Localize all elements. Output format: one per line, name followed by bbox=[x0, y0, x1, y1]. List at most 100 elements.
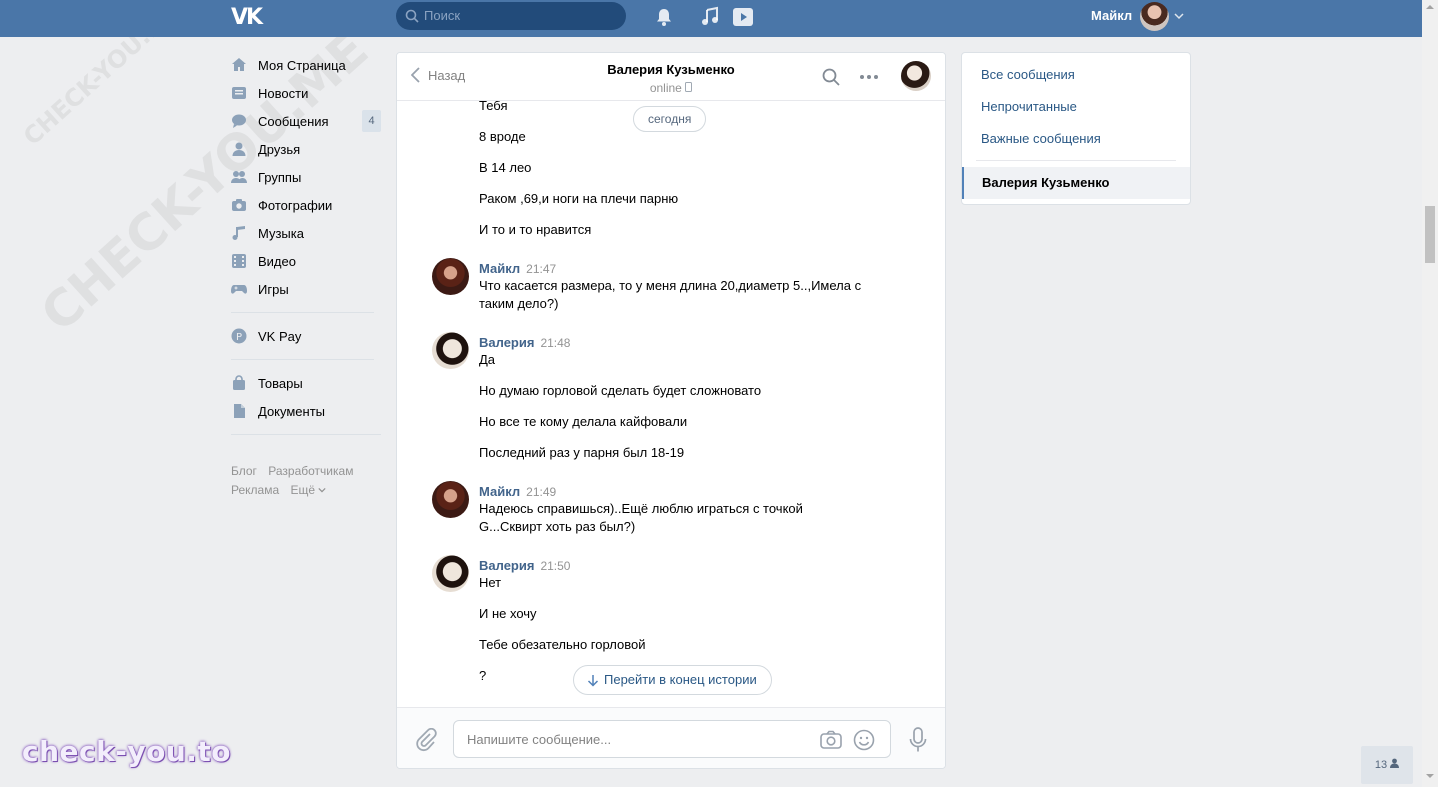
peer-status-text: online bbox=[649, 81, 682, 95]
nav-label: VK Pay bbox=[258, 328, 302, 344]
important-messages-link[interactable]: Важные сообщения bbox=[981, 131, 1101, 146]
scroll-up-arrow-icon[interactable] bbox=[1426, 3, 1434, 11]
online-friends-counter[interactable]: 13 bbox=[1361, 746, 1413, 784]
active-conversation-item[interactable]: Валерия Кузьменко bbox=[962, 167, 1190, 199]
home-icon bbox=[232, 58, 246, 71]
footer-ads-link[interactable]: Реклама bbox=[231, 483, 279, 497]
nav-divider bbox=[231, 434, 381, 435]
author-avatar[interactable] bbox=[432, 332, 469, 369]
message-text: Но думаю горловой сделать будет сложнова… bbox=[479, 383, 762, 398]
message-time[interactable]: 21:50 bbox=[540, 559, 570, 573]
groups-icon bbox=[231, 171, 247, 183]
message-time[interactable]: 21:49 bbox=[526, 485, 556, 499]
message-text: Раком ,69,и ноги на плечи парню bbox=[479, 191, 679, 206]
author-avatar[interactable] bbox=[432, 555, 469, 592]
footer-more-link[interactable]: Ещё bbox=[290, 483, 327, 497]
panel-divider bbox=[976, 160, 1176, 161]
paperclip-icon[interactable] bbox=[415, 728, 437, 752]
nav-photos[interactable]: Фотографии bbox=[231, 191, 381, 219]
message-author[interactable]: Майкл 21:49 bbox=[479, 484, 556, 499]
nav-label: Группы bbox=[258, 169, 302, 185]
vk-logo[interactable]: VK bbox=[231, 5, 265, 30]
author-name[interactable]: Валерия bbox=[479, 558, 534, 573]
scroll-down-arrow-icon[interactable] bbox=[1426, 772, 1434, 780]
message-history[interactable]: сегодня Тебя 8 вроде В 14 лео Раком ,69,… bbox=[397, 101, 945, 707]
unread-messages-link[interactable]: Непрочитанные bbox=[981, 99, 1077, 114]
scrollbar-thumb[interactable] bbox=[1425, 206, 1435, 263]
message-time[interactable]: 21:48 bbox=[540, 336, 570, 350]
nav-video[interactable]: Видео bbox=[231, 247, 381, 275]
mobile-icon bbox=[685, 82, 693, 92]
author-name[interactable]: Майкл bbox=[479, 261, 520, 276]
author-avatar[interactable] bbox=[432, 258, 469, 295]
nav-news[interactable]: Новости bbox=[231, 79, 381, 107]
nav-docs[interactable]: Документы bbox=[231, 397, 381, 425]
nav-label: Видео bbox=[258, 253, 296, 269]
user-avatar[interactable] bbox=[1140, 2, 1169, 31]
microphone-icon[interactable] bbox=[909, 727, 927, 753]
message-text: Да bbox=[479, 352, 496, 367]
date-separator: сегодня bbox=[633, 106, 707, 132]
camera-icon[interactable] bbox=[820, 730, 842, 750]
nav-label: Фотографии bbox=[258, 197, 333, 213]
nav-goods[interactable]: Товары bbox=[231, 369, 381, 397]
bell-icon[interactable] bbox=[653, 6, 675, 28]
jump-to-end-button[interactable]: Перейти в конец истории bbox=[573, 665, 772, 695]
news-icon bbox=[232, 87, 246, 99]
message-author[interactable]: Валерия 21:48 bbox=[479, 335, 570, 350]
chat-panel: Назад Валерия Кузьменко online сегодня Т… bbox=[396, 52, 946, 769]
chevron-down-icon[interactable] bbox=[1174, 11, 1184, 21]
music-icon[interactable] bbox=[699, 6, 721, 28]
message-text: В 14 лео bbox=[479, 160, 532, 175]
nav-label: Сообщения bbox=[258, 113, 329, 129]
author-name[interactable]: Майкл bbox=[479, 484, 520, 499]
video-icon bbox=[232, 254, 246, 268]
messages-count-badge: 4 bbox=[362, 110, 381, 132]
messages-icon bbox=[232, 114, 246, 128]
message-text: Тебя bbox=[479, 101, 508, 113]
camera-icon bbox=[232, 199, 246, 211]
active-conversation-label: Валерия Кузьменко bbox=[982, 175, 1110, 190]
message-text: Последний раз у парня был 18-19 bbox=[479, 445, 685, 460]
message-time[interactable]: 21:47 bbox=[526, 262, 556, 276]
page-scrollbar[interactable] bbox=[1422, 0, 1438, 787]
nav-label: Товары bbox=[258, 375, 303, 391]
search-icon bbox=[405, 9, 419, 23]
message-input-placeholder: Напишите сообщение... bbox=[467, 732, 612, 747]
nav-music[interactable]: Музыка bbox=[231, 219, 381, 247]
search-input[interactable]: Поиск bbox=[396, 2, 626, 30]
author-avatar[interactable] bbox=[432, 481, 469, 518]
nav-messages[interactable]: Сообщения 4 bbox=[231, 107, 381, 135]
author-name[interactable]: Валерия bbox=[479, 335, 534, 350]
search-icon[interactable] bbox=[821, 67, 841, 87]
nav-label: Документы bbox=[258, 403, 326, 419]
all-messages-link[interactable]: Все сообщения bbox=[981, 67, 1075, 82]
peer-avatar[interactable] bbox=[901, 61, 931, 91]
online-count: 13 bbox=[1374, 759, 1388, 771]
nav-label: Друзья bbox=[258, 141, 301, 157]
message-author[interactable]: Майкл 21:47 bbox=[479, 261, 556, 276]
top-bar: VK Поиск Майкл bbox=[0, 0, 1422, 37]
play-icon[interactable] bbox=[732, 6, 754, 28]
nav-games[interactable]: Игры bbox=[231, 275, 381, 303]
nav-groups[interactable]: Группы bbox=[231, 163, 381, 191]
message-text: Надеюсь справишься)..Ещё люблю играться … bbox=[479, 501, 803, 534]
smile-icon[interactable] bbox=[853, 729, 875, 751]
message-author[interactable]: Валерия 21:50 bbox=[479, 558, 570, 573]
nav-label: Игры bbox=[258, 281, 289, 297]
nav-my-page[interactable]: Моя Страница bbox=[231, 51, 381, 79]
message-input[interactable]: Напишите сообщение... bbox=[453, 720, 891, 758]
nav-vkpay[interactable]: P VK Pay bbox=[231, 322, 381, 350]
nav-friends[interactable]: Друзья bbox=[231, 135, 381, 163]
nav-label: Новости bbox=[258, 85, 309, 101]
footer-blog-link[interactable]: Блог bbox=[231, 464, 257, 478]
footer-dev-link[interactable]: Разработчикам bbox=[268, 464, 353, 478]
site-watermark: check-you.to bbox=[22, 735, 232, 768]
user-name[interactable]: Майкл bbox=[1091, 8, 1132, 23]
chevron-down-icon bbox=[318, 487, 327, 493]
more-icon[interactable] bbox=[859, 67, 879, 87]
nav-label: Музыка bbox=[258, 225, 304, 241]
friends-icon bbox=[232, 142, 246, 156]
music-icon bbox=[232, 226, 245, 240]
gamepad-icon bbox=[231, 285, 247, 294]
